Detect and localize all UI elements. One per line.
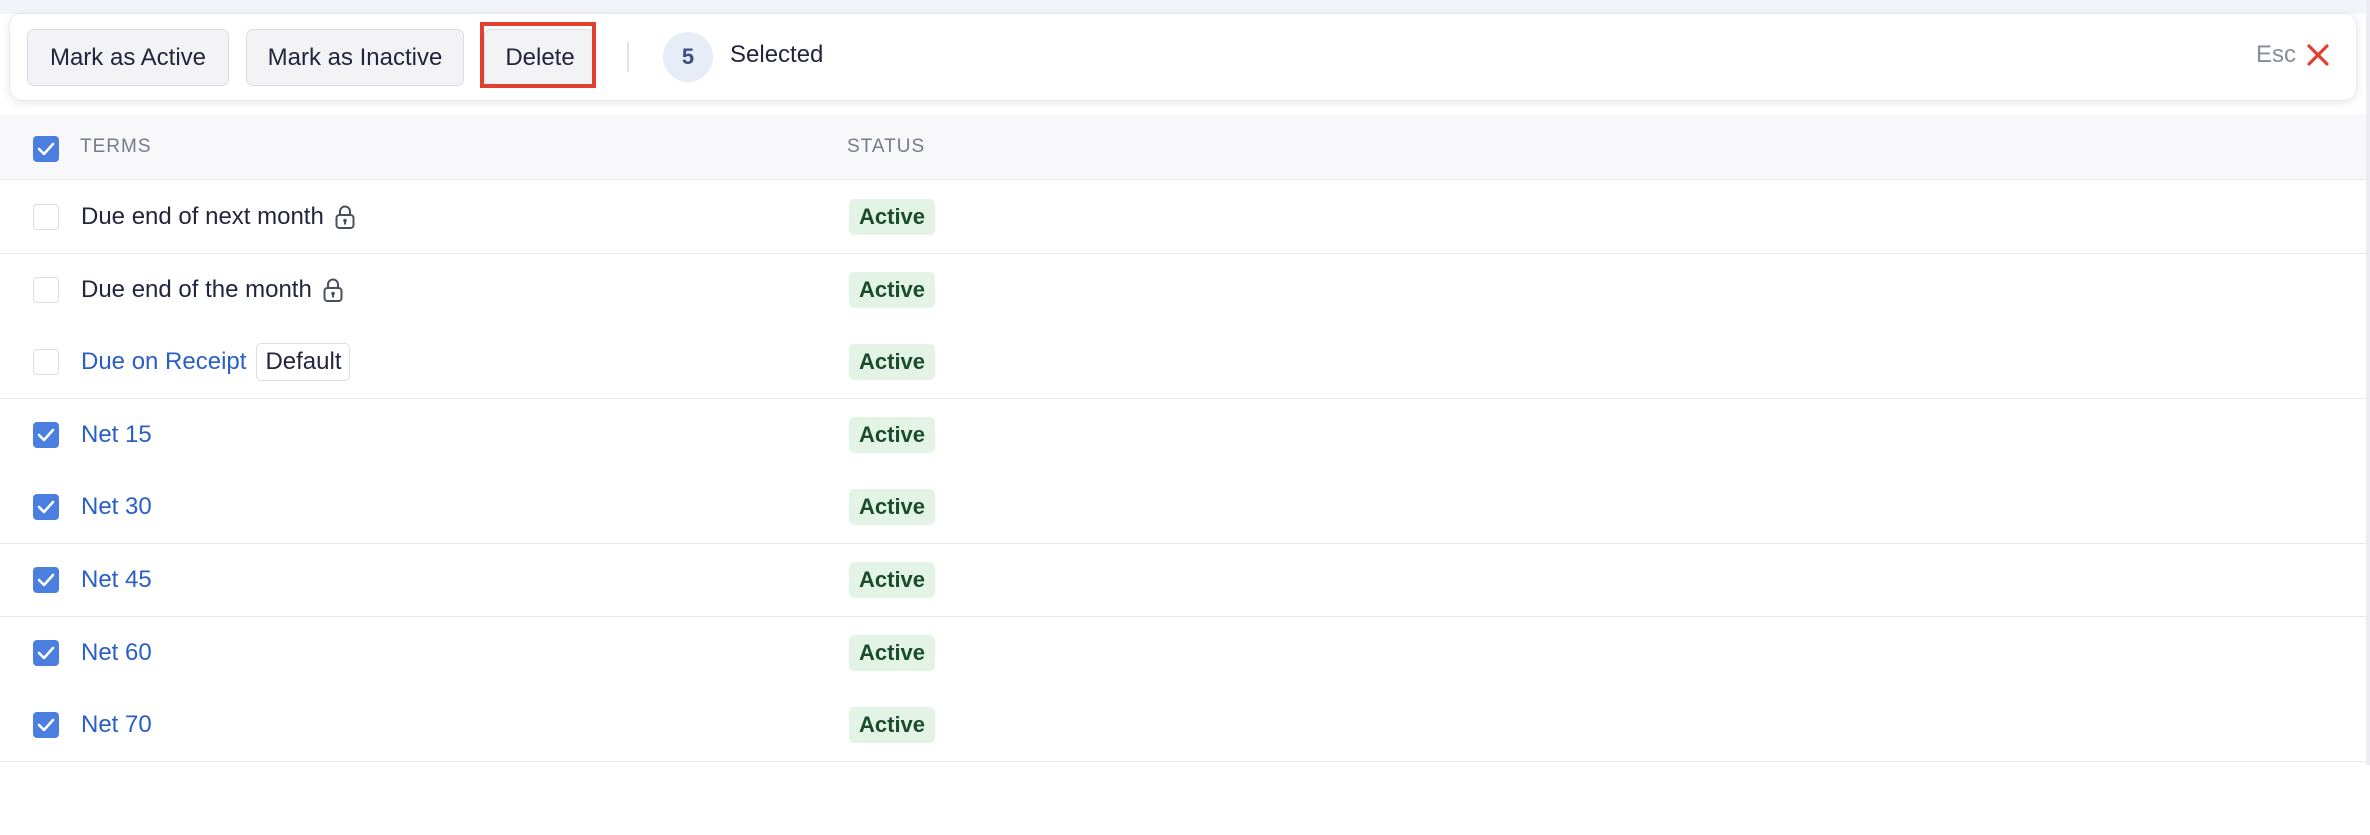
row-checkbox[interactable] — [33, 204, 59, 230]
term-link[interactable]: Net 30 — [81, 493, 152, 521]
status-badge: Active — [849, 344, 936, 381]
bulk-action-bar: Mark as Active Mark as Inactive Delete 5… — [10, 14, 2356, 100]
default-tag: Default — [256, 343, 351, 382]
row-checkbox[interactable] — [33, 567, 59, 593]
term-link[interactable]: Net 15 — [81, 421, 152, 449]
lock-icon — [335, 205, 355, 229]
select-all-checkbox[interactable] — [33, 136, 59, 162]
table-header: TERMS STATUS — [0, 114, 2366, 180]
row-checkbox[interactable] — [33, 494, 59, 521]
term-cell: Net 60 — [81, 617, 152, 689]
row-checkbox[interactable] — [33, 639, 59, 666]
term-link[interactable]: Due on Receipt — [81, 348, 246, 376]
term-name: Due end of next month — [81, 203, 324, 230]
status-badge: Active — [849, 416, 936, 453]
term-link[interactable]: Net 70 — [81, 711, 152, 739]
status-badge: Active — [849, 199, 936, 235]
selected-label: Selected — [730, 41, 824, 68]
term-cell: Due end of next month — [81, 181, 358, 253]
term-cell: Due end of the month — [81, 254, 346, 326]
right-edge-line — [2366, 0, 2370, 765]
term-cell: Net 70 — [81, 689, 152, 761]
table-row[interactable]: Net 30 Active — [0, 471, 2366, 545]
status-badge: Active — [849, 707, 936, 744]
term-name: Due end of the month — [81, 275, 312, 303]
status-column-header[interactable]: STATUS — [847, 136, 925, 158]
term-cell: Due on Receipt Default — [81, 326, 351, 398]
table-row[interactable]: Net 45 Active — [0, 544, 2366, 617]
mark-as-active-button[interactable]: Mark as Active — [27, 29, 229, 86]
esc-close-button[interactable]: Esc — [2256, 41, 2332, 69]
term-cell: Net 45 — [81, 544, 152, 616]
checkmark-icon — [37, 142, 55, 156]
term-link[interactable]: Net 60 — [81, 639, 152, 667]
status-badge: Active — [849, 634, 936, 671]
bar-divider — [627, 42, 629, 72]
row-checkbox[interactable] — [33, 276, 59, 303]
table-row[interactable]: Net 15 Active — [0, 398, 2366, 472]
row-checkbox[interactable] — [33, 349, 59, 376]
esc-label: Esc — [2255, 41, 2296, 68]
mark-as-inactive-button[interactable]: Mark as Inactive — [246, 29, 464, 86]
lock-icon — [323, 278, 343, 302]
table-row[interactable]: Net 60 Active — [0, 616, 2366, 690]
checkmark-icon — [37, 573, 55, 587]
close-icon[interactable] — [2304, 41, 2332, 69]
status-badge: Active — [849, 489, 936, 526]
table-row[interactable]: Due end of next month Active — [0, 181, 2366, 254]
table-row[interactable]: Due on Receipt Default Active — [0, 326, 2366, 400]
table-row[interactable]: Net 70 Active — [0, 689, 2366, 763]
checkmark-icon — [37, 646, 55, 659]
term-link[interactable]: Net 45 — [81, 566, 152, 594]
term-cell: Net 30 — [81, 471, 152, 543]
table-row[interactable]: Due end of the month Active — [0, 253, 2366, 327]
status-badge: Active — [849, 271, 936, 308]
delete-button[interactable]: Delete — [484, 29, 596, 86]
terms-column-header[interactable]: TERMS — [80, 136, 152, 158]
checkmark-icon — [37, 501, 55, 514]
selected-count-badge: 5 — [663, 32, 713, 82]
term-cell: Net 15 — [81, 399, 152, 471]
checkmark-icon — [37, 718, 55, 732]
checkmark-icon — [37, 428, 55, 442]
page: Mark as Active Mark as Inactive Delete 5… — [0, 0, 2370, 835]
top-strip — [0, 0, 2370, 14]
row-checkbox[interactable] — [33, 712, 59, 739]
status-badge: Active — [849, 562, 936, 598]
row-checkbox[interactable] — [33, 421, 59, 448]
